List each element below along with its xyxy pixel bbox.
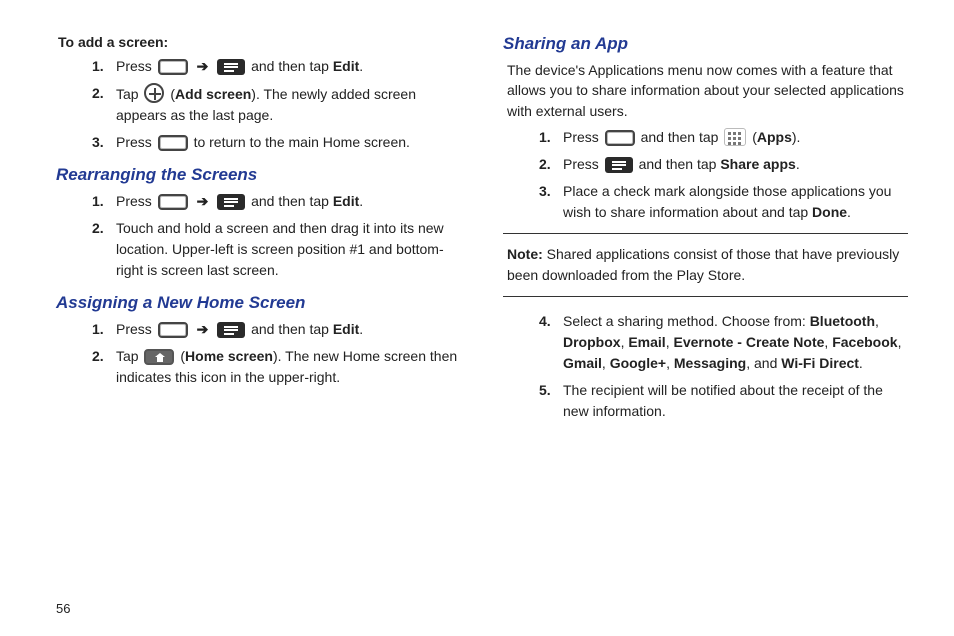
list-item: The recipient will be notified about the… xyxy=(539,380,908,422)
sharing-title: Sharing an App xyxy=(503,34,908,54)
sharing-intro: The device's Applications menu now comes… xyxy=(507,60,908,121)
right-column: Sharing an App The device's Applications… xyxy=(503,34,908,593)
list-item: Tap (Add screen). The newly added screen… xyxy=(92,83,461,126)
list-item: Touch and hold a screen and then drag it… xyxy=(92,218,461,281)
home-key-icon xyxy=(158,59,188,75)
note-block: Note: Shared applications consist of tho… xyxy=(503,233,908,297)
arrow-icon: ➔ xyxy=(197,193,209,209)
list-item: Press ➔ and then tap Edit. xyxy=(92,319,461,340)
list-item: Press ➔ and then tap Edit. xyxy=(92,56,461,77)
share-method: Evernote - Create Note xyxy=(673,334,824,350)
apps-grid-icon xyxy=(724,128,746,146)
menu-key-icon xyxy=(217,322,245,338)
sharing-steps-1-3: Press and then tap (Apps). Press and the… xyxy=(509,127,908,223)
home-key-icon xyxy=(605,130,635,146)
menu-key-icon xyxy=(217,59,245,75)
sharing-steps-4-5: Select a sharing method. Choose from: Bl… xyxy=(509,311,908,422)
assigning-steps: Press ➔ and then tap Edit. Tap (Home scr… xyxy=(62,319,461,388)
add-screen-title: To add a screen: xyxy=(58,34,461,50)
list-item: Press to return to the main Home screen. xyxy=(92,132,461,153)
home-key-icon xyxy=(158,194,188,210)
arrow-icon: ➔ xyxy=(197,321,209,337)
share-method: Google+ xyxy=(610,355,666,371)
add-circle-icon xyxy=(144,83,164,103)
arrow-icon: ➔ xyxy=(197,58,209,74)
list-item: Press and then tap (Apps). xyxy=(539,127,908,148)
rearranging-steps: Press ➔ and then tap Edit. Touch and hol… xyxy=(62,191,461,281)
menu-key-icon xyxy=(217,194,245,210)
rearranging-title: Rearranging the Screens xyxy=(56,165,461,185)
note-label: Note: xyxy=(507,246,543,262)
share-method: Dropbox xyxy=(563,334,621,350)
menu-key-icon xyxy=(605,157,633,173)
home-key-icon xyxy=(158,135,188,151)
list-item: Place a check mark alongside those appli… xyxy=(539,181,908,223)
share-method: Gmail xyxy=(563,355,602,371)
list-item: Press and then tap Share apps. xyxy=(539,154,908,175)
assigning-title: Assigning a New Home Screen xyxy=(56,293,461,313)
list-item: Select a sharing method. Choose from: Bl… xyxy=(539,311,908,374)
home-screen-icon xyxy=(144,349,174,365)
share-method: Email xyxy=(628,334,665,350)
left-column: To add a screen: Press ➔ and then tap Ed… xyxy=(56,34,461,593)
columns: To add a screen: Press ➔ and then tap Ed… xyxy=(56,34,908,593)
home-key-icon xyxy=(158,322,188,338)
share-method: Messaging xyxy=(674,355,746,371)
page-number: 56 xyxy=(56,593,908,616)
share-method: Bluetooth xyxy=(810,313,875,329)
share-method: Facebook xyxy=(832,334,897,350)
list-item: Tap (Home screen). The new Home screen t… xyxy=(92,346,461,388)
note-text: Shared applications consist of those tha… xyxy=(507,246,899,283)
list-item: Press ➔ and then tap Edit. xyxy=(92,191,461,212)
add-screen-steps: Press ➔ and then tap Edit. Tap (Add scre… xyxy=(62,56,461,153)
